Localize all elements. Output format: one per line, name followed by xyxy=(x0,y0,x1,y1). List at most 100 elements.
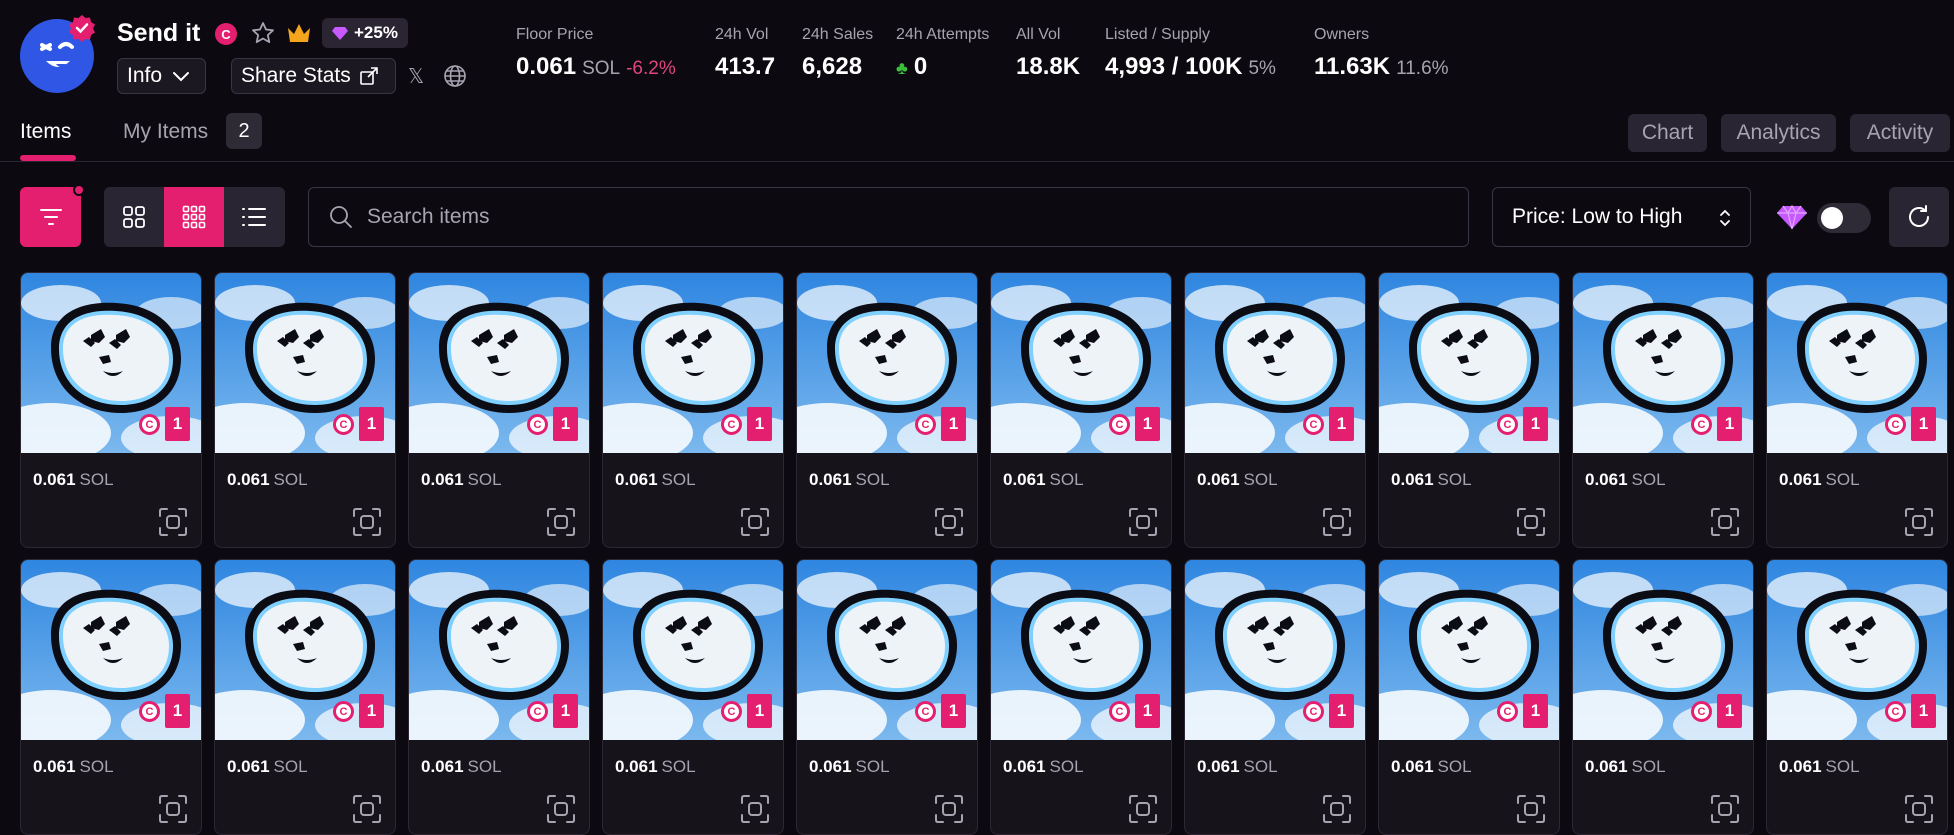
view-large-grid-button[interactable] xyxy=(104,187,164,247)
view-list-button[interactable] xyxy=(224,187,284,247)
gem-icon xyxy=(332,27,348,40)
item-price: 0.061 SOL xyxy=(1003,470,1084,490)
item-card[interactable]: C 1 0.061 SOL xyxy=(1572,559,1754,835)
item-price: 0.061 SOL xyxy=(1779,470,1860,490)
scan-icon[interactable] xyxy=(1903,506,1935,538)
creator-badge: C xyxy=(1885,414,1906,435)
stat-unit: SOL xyxy=(582,58,621,79)
item-card[interactable]: C 1 0.061 SOL xyxy=(796,272,978,548)
item-card[interactable]: C 1 0.061 SOL xyxy=(1184,272,1366,548)
info-button[interactable]: Info xyxy=(117,58,206,94)
price-unit: SOL xyxy=(661,757,696,776)
globe-icon[interactable] xyxy=(443,64,467,88)
tab-chart[interactable]: Chart xyxy=(1628,114,1707,152)
price-unit: SOL xyxy=(1631,757,1666,776)
sort-select[interactable]: Price: Low to High xyxy=(1492,187,1751,247)
scan-icon[interactable] xyxy=(1515,506,1547,538)
gem-icon xyxy=(1777,204,1807,230)
item-card[interactable]: C 1 0.061 SOL xyxy=(1378,272,1560,548)
item-price: 0.061 SOL xyxy=(615,470,696,490)
price-value: 0.061 xyxy=(1197,757,1240,776)
item-card[interactable]: C 1 0.061 SOL xyxy=(1184,559,1366,835)
price-value: 0.061 xyxy=(227,470,270,489)
price-value: 0.061 xyxy=(1197,470,1240,489)
stat-change: -6.2% xyxy=(626,58,676,79)
price-unit: SOL xyxy=(1243,470,1278,489)
stat-owners: Owners 11.63K 11.6% xyxy=(1314,26,1449,81)
tab-items[interactable]: Items xyxy=(20,120,71,144)
item-card[interactable]: C 1 0.061 SOL xyxy=(20,272,202,548)
stat-label: 24h Sales xyxy=(802,26,874,43)
scan-icon[interactable] xyxy=(739,793,771,825)
item-card[interactable]: C 1 0.061 SOL xyxy=(796,559,978,835)
item-card[interactable]: C 1 0.061 SOL xyxy=(990,272,1172,548)
collection-title: Send it xyxy=(117,19,201,47)
scan-icon[interactable] xyxy=(1515,793,1547,825)
price-unit: SOL xyxy=(273,757,308,776)
scan-icon[interactable] xyxy=(1709,793,1741,825)
scan-icon[interactable] xyxy=(1127,506,1159,538)
stat-label: Listed / Supply xyxy=(1105,26,1210,43)
quantity-badge: 1 xyxy=(165,407,190,441)
x-logo-icon[interactable]: 𝕏 xyxy=(408,64,430,88)
view-small-grid-button[interactable] xyxy=(164,187,224,247)
gem-filter-toggle[interactable] xyxy=(1817,203,1871,233)
item-card[interactable]: C 1 0.061 SOL xyxy=(1572,272,1754,548)
scan-icon[interactable] xyxy=(545,793,577,825)
filter-button[interactable] xyxy=(20,187,81,247)
price-value: 0.061 xyxy=(421,757,464,776)
price-value: 0.061 xyxy=(33,470,76,489)
scan-icon[interactable] xyxy=(351,506,383,538)
tab-my-items[interactable]: My Items xyxy=(123,120,208,144)
item-card[interactable]: C 1 0.061 SOL xyxy=(1378,559,1560,835)
scan-icon[interactable] xyxy=(1321,793,1353,825)
creator-badge: C xyxy=(139,414,160,435)
scan-icon[interactable] xyxy=(1321,506,1353,538)
price-value: 0.061 xyxy=(33,757,76,776)
item-card[interactable]: C 1 0.061 SOL xyxy=(408,272,590,548)
search-input[interactable] xyxy=(367,205,1367,229)
search-box[interactable] xyxy=(308,187,1469,247)
item-card[interactable]: C 1 0.061 SOL xyxy=(1766,272,1948,548)
scan-icon[interactable] xyxy=(545,506,577,538)
quantity-badge: 1 xyxy=(1523,407,1548,441)
tab-activity[interactable]: Activity xyxy=(1850,114,1950,152)
item-card[interactable]: C 1 0.061 SOL xyxy=(20,559,202,835)
scan-icon[interactable] xyxy=(739,506,771,538)
item-card[interactable]: C 1 0.061 SOL xyxy=(408,559,590,835)
item-card[interactable]: C 1 0.061 SOL xyxy=(602,559,784,835)
refresh-button[interactable] xyxy=(1889,187,1949,247)
scan-icon[interactable] xyxy=(1903,793,1935,825)
item-card[interactable]: C 1 0.061 SOL xyxy=(1766,559,1948,835)
creator-badge[interactable]: C xyxy=(215,23,237,45)
sort-value: Price: Low to High xyxy=(1512,205,1683,228)
creator-badge: C xyxy=(1691,414,1712,435)
item-card[interactable]: C 1 0.061 SOL xyxy=(214,272,396,548)
tab-analytics[interactable]: Analytics xyxy=(1721,114,1836,152)
quantity-badge: 1 xyxy=(747,407,772,441)
active-tab-indicator xyxy=(20,155,76,161)
scan-icon[interactable] xyxy=(351,793,383,825)
info-label: Info xyxy=(127,64,163,87)
scan-icon[interactable] xyxy=(1709,506,1741,538)
item-card[interactable]: C 1 0.061 SOL xyxy=(990,559,1172,835)
price-unit: SOL xyxy=(1437,757,1472,776)
scan-icon[interactable] xyxy=(157,793,189,825)
share-stats-button[interactable]: Share Stats xyxy=(231,58,396,94)
item-card[interactable]: C 1 0.061 SOL xyxy=(602,272,784,548)
item-card[interactable]: C 1 0.061 SOL xyxy=(214,559,396,835)
price-value: 0.061 xyxy=(1585,470,1628,489)
scan-icon[interactable] xyxy=(933,506,965,538)
price-value: 0.061 xyxy=(809,757,852,776)
item-price: 0.061 SOL xyxy=(615,757,696,777)
star-icon[interactable] xyxy=(250,20,276,46)
price-value: 0.061 xyxy=(421,470,464,489)
scan-icon[interactable] xyxy=(933,793,965,825)
scan-icon[interactable] xyxy=(1127,793,1159,825)
creator-badge: C xyxy=(333,414,354,435)
item-price: 0.061 SOL xyxy=(1197,470,1278,490)
quantity-badge: 1 xyxy=(553,407,578,441)
boost-badge[interactable]: +25% xyxy=(322,18,408,48)
scan-icon[interactable] xyxy=(157,506,189,538)
crown-icon xyxy=(288,24,310,42)
